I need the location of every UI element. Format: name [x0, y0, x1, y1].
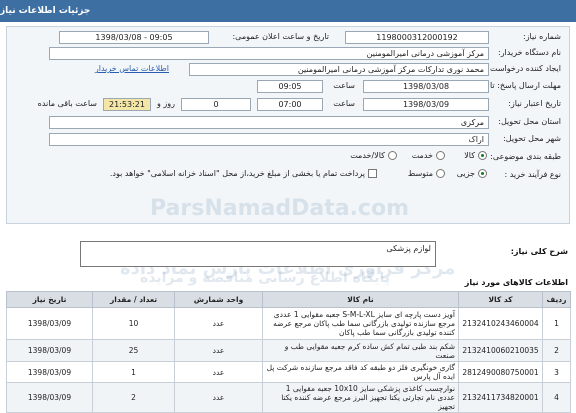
- category-goods-service-radio[interactable]: [388, 151, 397, 160]
- validity-date-field: 1398/03/09: [363, 98, 489, 111]
- category-label: طبقه بندی موضوعی:: [490, 152, 561, 161]
- purchase-option-minor[interactable]: جزیی: [457, 169, 487, 178]
- announce-field: 1398/03/08 - 09:05: [59, 31, 209, 44]
- item-need-date: 1398/03/09: [6, 307, 93, 340]
- announce-label: تاریخ و ساعت اعلان عمومی:: [232, 32, 329, 41]
- row-number: 1: [542, 307, 571, 340]
- remaining-days-field: 0: [181, 98, 251, 111]
- remaining-time-field: 21:53:21: [103, 98, 151, 111]
- goods-section-title: اطلاعات کالاهای مورد نیاز: [464, 278, 568, 287]
- purchase-option-medium[interactable]: متوسط: [408, 169, 445, 178]
- item-quantity: 1: [92, 361, 175, 383]
- validity-time-label: ساعت: [333, 99, 355, 108]
- item-code: 2132411734820001: [458, 382, 543, 413]
- item-need-date: 1398/03/09: [6, 382, 93, 413]
- province-label: استان محل تحویل:: [498, 117, 561, 126]
- table-row: 4 2132411734820001 نوارچسب کاغذی پزشکی س…: [6, 382, 571, 413]
- category-option-goods[interactable]: کالا: [464, 151, 487, 160]
- item-unit: عدد: [174, 339, 263, 362]
- need-number-field: 1198000312000192: [345, 31, 489, 44]
- treasury-checkbox[interactable]: [368, 169, 377, 178]
- remaining-label: ساعت باقی مانده: [37, 99, 97, 108]
- treasury-payment-option[interactable]: پرداخت تمام یا بخشی از مبلغ خرید،از محل …: [110, 169, 377, 178]
- row-number: 3: [542, 361, 571, 383]
- need-description-label: شرح کلی نیاز:: [510, 247, 568, 256]
- item-quantity: 2: [92, 382, 175, 413]
- category-goods-radio[interactable]: [478, 151, 487, 160]
- item-unit: عدد: [174, 382, 263, 413]
- row-number: 4: [542, 382, 571, 413]
- header-item-name: نام کالا: [262, 291, 459, 308]
- validity-label: تاریخ اعتبار نیاز:: [508, 99, 561, 108]
- contact-info-link[interactable]: اطلاعات تماس خریدار: [95, 64, 169, 73]
- province-field: مرکزی: [49, 116, 489, 129]
- details-panel: شماره نیاز: 1198000312000192 تاریخ و ساع…: [6, 26, 570, 224]
- need-description-box: لوازم پزشکی: [80, 241, 436, 267]
- category-service-radio[interactable]: [436, 151, 445, 160]
- item-code: 2132410060210035: [458, 339, 543, 362]
- table-row: 2 2132410060210035 شکم بند طبی تمام کش س…: [6, 339, 571, 362]
- buyer-label: نام دستگاه خریدار:: [498, 48, 561, 57]
- goods-table: ردیف کد کالا نام کالا واحد شمارش تعداد /…: [6, 291, 571, 413]
- validity-time-field: 07:00: [257, 98, 323, 111]
- header-row-number: ردیف: [542, 291, 571, 308]
- header-item-code: کد کالا: [458, 291, 543, 308]
- item-need-date: 1398/03/09: [6, 339, 93, 362]
- city-label: شهر محل تحویل:: [503, 134, 561, 143]
- row-number: 2: [542, 339, 571, 362]
- creator-label: ایجاد کننده درخواست:: [487, 64, 561, 73]
- item-name: شکم بند طبی تمام کش ساده کرم جعبه مقوایی…: [262, 339, 459, 362]
- purchase-minor-radio[interactable]: [478, 169, 487, 178]
- deadline-time-field: 09:05: [257, 80, 323, 93]
- item-unit: عدد: [174, 307, 263, 340]
- purchase-type-label: نوع فرآیند خرید :: [504, 170, 561, 179]
- item-quantity: 25: [92, 339, 175, 362]
- table-row: 1 2132410243460004 آویز دست پارچه ای سای…: [6, 307, 571, 340]
- item-need-date: 1398/03/09: [6, 361, 93, 383]
- category-option-service[interactable]: خدمت: [412, 151, 445, 160]
- category-option-goods-service[interactable]: کالا/خدمت: [350, 151, 397, 160]
- goods-table-header: ردیف کد کالا نام کالا واحد شمارش تعداد /…: [6, 291, 571, 308]
- item-code: 2132410243460004: [458, 307, 543, 340]
- watermark-portal: پایگاه اطلاع رسانی مناقصه و مزایده: [140, 270, 391, 286]
- item-code: 2812490080750001: [458, 361, 543, 383]
- table-row: 3 2812490080750001 گاری خونگیری فلز دو ط…: [6, 361, 571, 383]
- header-unit: واحد شمارش: [174, 291, 263, 308]
- page-header: جزئیات اطلاعات نیاز: [0, 0, 576, 22]
- city-field: اراک: [49, 133, 489, 146]
- need-number-label: شماره نیاز:: [523, 32, 561, 41]
- header-need-date: تاریخ نیاز: [6, 291, 93, 308]
- days-label: روز و: [157, 99, 175, 108]
- page-title: جزئیات اطلاعات نیاز: [0, 6, 91, 16]
- item-quantity: 10: [92, 307, 175, 340]
- deadline-time-label: ساعت: [333, 81, 355, 90]
- item-name: آویز دست پارچه ای سایز S-M-L-XL جعبه مقو…: [262, 307, 459, 340]
- item-unit: عدد: [174, 361, 263, 383]
- buyer-field: مرکز آموزشی درمانی امیرالمومنین: [49, 47, 489, 60]
- item-name: گاری خونگیری فلز دو طبقه کد فاقد مرجع سا…: [262, 361, 459, 383]
- deadline-date-field: 1398/03/08: [363, 80, 489, 93]
- purchase-medium-radio[interactable]: [436, 169, 445, 178]
- creator-field: محمد نوری تدارکات مرکز آموزشی درمانی امی…: [189, 63, 489, 76]
- item-name: نوارچسب کاغذی پزشکی سایز 10x10 جعبه مقوا…: [262, 382, 459, 413]
- header-quantity: تعداد / مقدار: [92, 291, 175, 308]
